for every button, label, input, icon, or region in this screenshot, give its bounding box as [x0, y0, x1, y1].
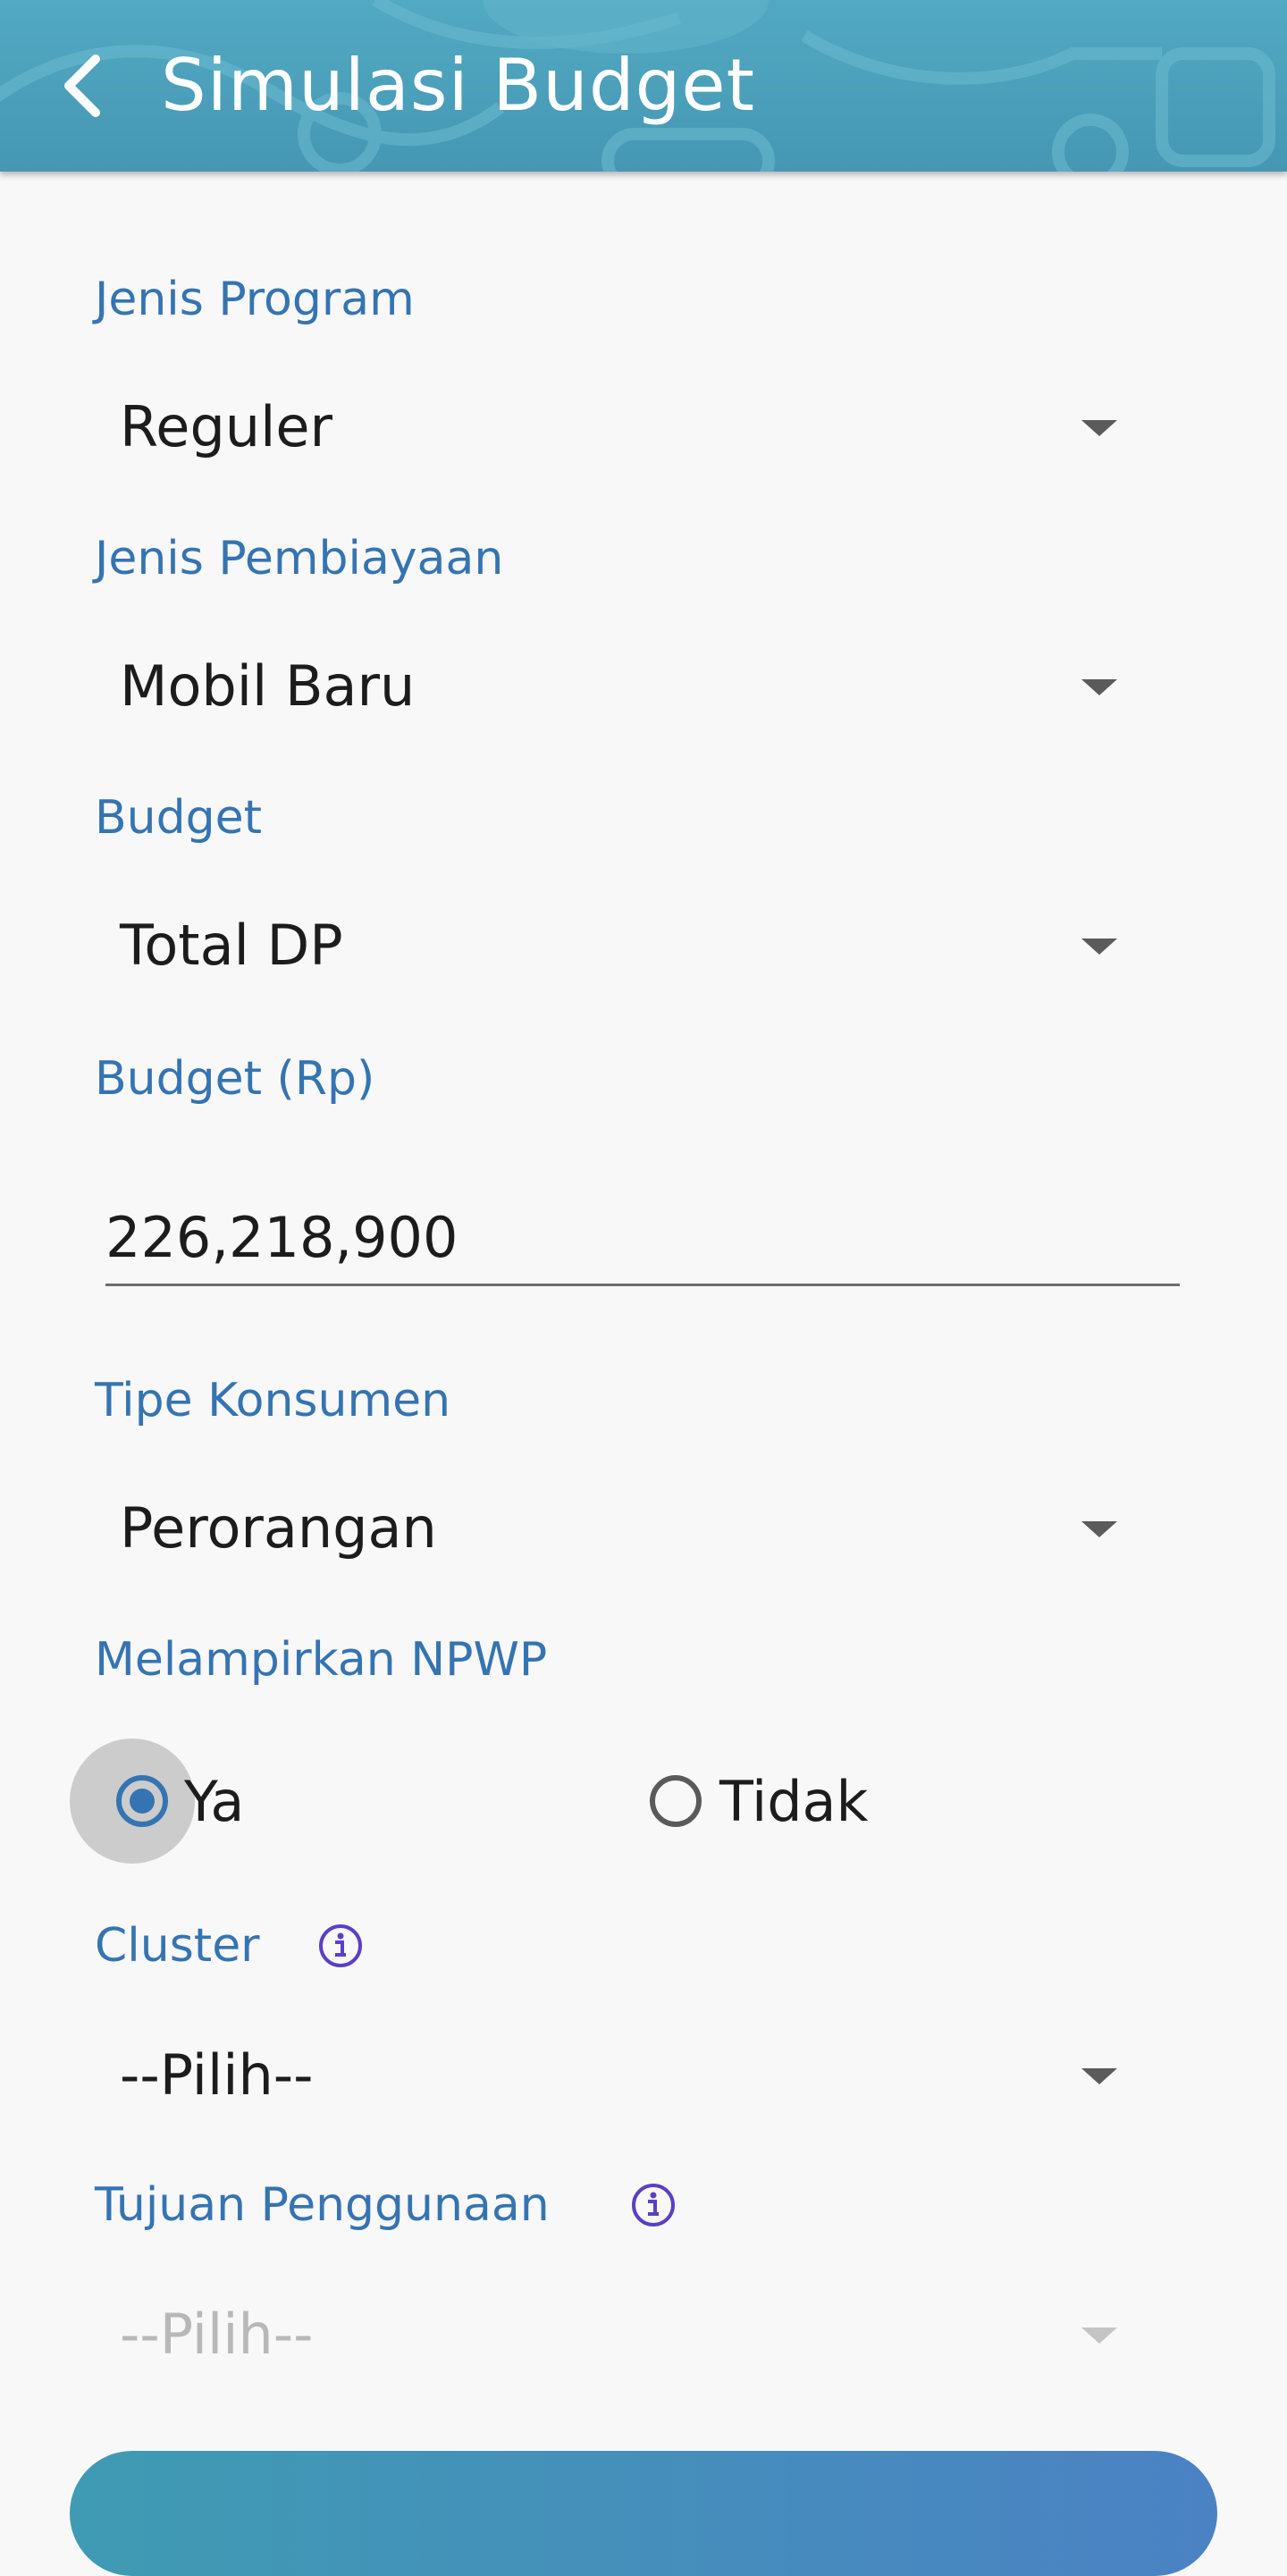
budget-value: Total DP — [120, 913, 343, 978]
app-bar: Simulasi Budget — [0, 0, 1287, 172]
jenis-pembiayaan-value: Mobil Baru — [120, 653, 416, 719]
caret-down-icon — [1081, 939, 1117, 955]
submit-button[interactable] — [70, 2451, 1217, 2576]
npwp-radio-ya-label: Ya — [184, 1768, 245, 1834]
jenis-program-label: Jenis Program — [95, 273, 415, 326]
caret-down-icon — [1081, 2068, 1117, 2084]
jenis-program-value: Reguler — [120, 394, 332, 459]
tipe-konsumen-label: Tipe Konsumen — [95, 1374, 451, 1427]
chevron-left-icon — [64, 55, 100, 117]
caret-down-icon — [1081, 679, 1117, 695]
radio-checked-icon — [116, 1775, 168, 1827]
npwp-label: Melampirkan NPWP — [95, 1633, 548, 1687]
cluster-label: Cluster — [95, 1919, 260, 1973]
caret-down-icon — [1081, 420, 1117, 436]
info-icon[interactable] — [631, 2183, 676, 2227]
budget-label: Budget — [95, 791, 263, 845]
jenis-program-select[interactable]: Reguler — [95, 374, 1185, 481]
tipe-konsumen-select[interactable]: Perorangan — [95, 1475, 1185, 1582]
tujuan-penggunaan-select[interactable]: --Pilih-- — [95, 2281, 1185, 2388]
jenis-pembiayaan-label: Jenis Pembiayaan — [95, 532, 504, 585]
budget-select[interactable]: Total DP — [95, 892, 1185, 999]
page-title: Simulasi Budget — [161, 44, 755, 127]
budget-rp-input[interactable] — [105, 1191, 1180, 1286]
info-icon[interactable] — [318, 1924, 363, 1968]
jenis-pembiayaan-select[interactable]: Mobil Baru — [95, 633, 1185, 740]
cluster-value: --Pilih-- — [120, 2042, 314, 2108]
back-button[interactable] — [46, 43, 118, 129]
cluster-select[interactable]: --Pilih-- — [95, 2022, 1185, 2129]
npwp-radio-tidak[interactable]: Tidak — [650, 1752, 868, 1850]
npwp-radio-ya[interactable]: Ya — [70, 1738, 245, 1864]
tujuan-penggunaan-label: Tujuan Penggunaan — [95, 2178, 550, 2232]
npwp-radio-tidak-label: Tidak — [719, 1768, 869, 1834]
caret-down-icon — [1081, 2328, 1117, 2344]
budget-rp-label: Budget (Rp) — [95, 1052, 375, 1106]
tujuan-penggunaan-value: --Pilih-- — [120, 2302, 314, 2367]
caret-down-icon — [1081, 1521, 1117, 1537]
tipe-konsumen-value: Perorangan — [120, 1495, 437, 1561]
radio-unchecked-icon — [650, 1775, 702, 1827]
